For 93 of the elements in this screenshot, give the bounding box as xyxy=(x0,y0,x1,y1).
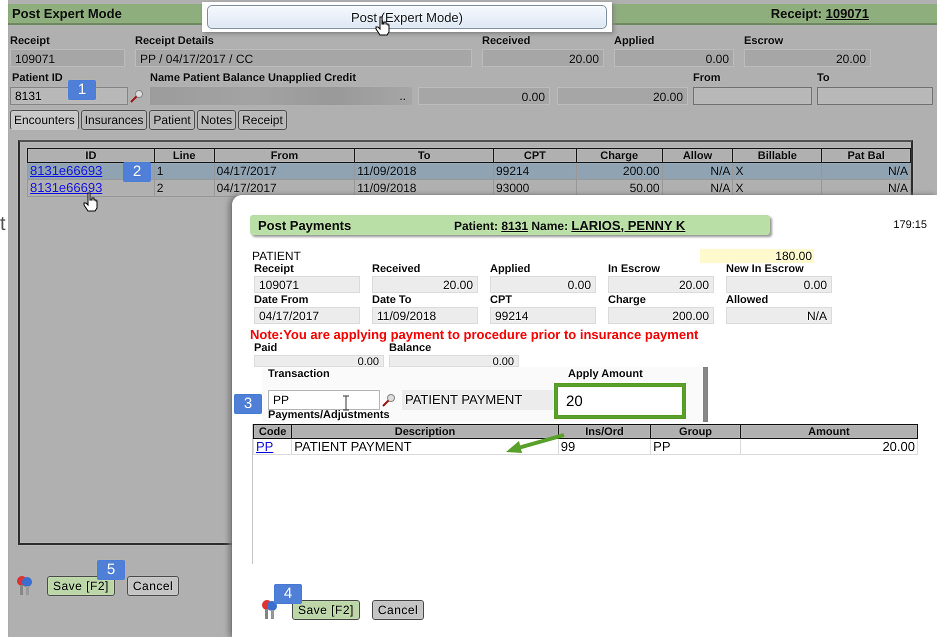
window-title: Post Expert Mode xyxy=(12,6,122,21)
warning-text: Note:You are applying payment to procedure prior to insurance payment xyxy=(250,327,700,342)
table-cell: X xyxy=(735,180,744,194)
read-only-field: 20.00 xyxy=(372,276,478,293)
table-cell: 20.00 xyxy=(882,439,915,454)
field-label: Name Patient Balance Unapplied Credit xyxy=(150,72,357,85)
table-cell: 04/17/2017 xyxy=(216,180,277,194)
field-label: To xyxy=(817,72,830,85)
read-only-field: 0.00 xyxy=(418,87,550,105)
field-label: From xyxy=(693,72,722,85)
read-only-field: 109071 xyxy=(254,276,360,293)
read-only-field: 99214 xyxy=(490,307,596,324)
field-label: Date To xyxy=(372,294,413,307)
field-label: New In Escrow xyxy=(726,263,805,276)
field-label: Allowed xyxy=(726,294,770,307)
payer-label: PATIENT xyxy=(252,249,301,263)
column-header: CPT xyxy=(493,148,576,162)
field-label: Applied xyxy=(490,263,532,276)
column-header: Code xyxy=(254,424,292,438)
field-label: Date From xyxy=(254,294,310,307)
read-only-field: 0.00 xyxy=(490,276,596,293)
table-cell: 2 xyxy=(156,180,164,194)
field-label: Patient ID xyxy=(12,72,64,85)
field-label: Apply Amount xyxy=(568,368,643,381)
field-label: Balance xyxy=(389,342,432,355)
dialog-title: Post Payments xyxy=(258,218,352,232)
read-only-field: PP / 04/17/2017 / CC xyxy=(135,49,472,67)
table-cell: X xyxy=(735,164,744,178)
step-callout-tooltip: 2 xyxy=(123,162,151,182)
table-cell: N/A xyxy=(888,164,908,178)
table-cell: 1 xyxy=(156,164,164,178)
receipt-title: Receipt: 109071 xyxy=(770,6,869,21)
field-label: Receipt xyxy=(10,35,51,48)
column-header: Description xyxy=(292,424,558,438)
read-only-field: 109071 xyxy=(10,49,125,67)
table-cell: N/A xyxy=(888,180,908,194)
read-only-field: 0.00 xyxy=(389,355,519,367)
field-label: CPT xyxy=(490,294,513,307)
column-header: Pat Bal xyxy=(822,148,910,162)
column-header: Ins/Ord xyxy=(558,424,651,438)
table-cell: N/A xyxy=(710,164,730,178)
patient-info: Patient: 8131 Name: LARIOS, PENNY K xyxy=(454,218,686,232)
column-header: From xyxy=(214,148,355,162)
patient-name-field: .. xyxy=(150,87,412,105)
column-header: ID xyxy=(28,148,154,162)
field-label: Applied xyxy=(614,35,656,48)
step-callout-tooltip: 1 xyxy=(68,80,96,100)
step-callout-tooltip: 5 xyxy=(97,560,125,580)
field-label: Escrow xyxy=(744,35,784,48)
read-only-field: 20.00 xyxy=(608,276,714,293)
step-callout-tooltip: 4 xyxy=(274,584,302,604)
read-only-field: 11/09/2018 xyxy=(372,307,478,324)
table-cell: N/A xyxy=(710,180,730,194)
field-label: Receipt Details xyxy=(135,35,215,48)
table-cell: 200.00 xyxy=(622,164,660,178)
read-only-field: N/A xyxy=(726,307,832,324)
table-cell: 11/09/2018 xyxy=(357,164,416,178)
read-only-field: 0.00 xyxy=(254,355,384,367)
table-cell: 50.00 xyxy=(630,180,660,194)
step-callout-tooltip: 3 xyxy=(234,394,262,414)
column-header: To xyxy=(354,148,494,162)
read-only-field: 0.00 xyxy=(614,49,734,67)
time-text: 179:15 xyxy=(893,219,927,231)
field-label: In Escrow xyxy=(608,263,661,276)
table-cell: 99214 xyxy=(496,164,530,178)
read-only-field: 20.00 xyxy=(482,49,604,67)
field-label: Receipt xyxy=(254,263,295,276)
field-label: Charge xyxy=(608,294,647,307)
column-header: Allow xyxy=(662,148,733,162)
read-only-field: 200.00 xyxy=(608,307,714,324)
read-only-field: 0.00 xyxy=(726,276,832,293)
table-cell: PATIENT PAYMENT xyxy=(294,439,412,454)
read-only-field: 20.00 xyxy=(557,87,688,105)
field-label: Received xyxy=(372,263,422,276)
field-label: Transaction xyxy=(268,368,331,381)
column-header: Amount xyxy=(740,424,918,438)
table-cell: 11/09/2018 xyxy=(357,180,416,194)
column-header: Charge xyxy=(576,148,662,162)
table-cell: 93000 xyxy=(496,180,530,194)
amount-field: 180.00 xyxy=(700,249,814,263)
table-cell: 99 xyxy=(560,439,576,454)
read-only-field: 04/17/2017 xyxy=(254,307,360,324)
field-label: Received xyxy=(482,35,532,48)
column-header: Group xyxy=(650,424,740,438)
column-header: Billable xyxy=(732,148,822,162)
read-only-field: 20.00 xyxy=(744,49,871,67)
cut-off-text: t xyxy=(0,214,6,234)
table-cell: PP xyxy=(653,439,671,454)
field-label: Paid xyxy=(254,342,278,355)
section-label: Payments/Adjustments xyxy=(268,409,391,422)
table-cell: 04/17/2017 xyxy=(216,164,277,178)
column-header: Line xyxy=(154,148,214,162)
read-only-field: PATIENT PAYMENT xyxy=(402,390,554,410)
